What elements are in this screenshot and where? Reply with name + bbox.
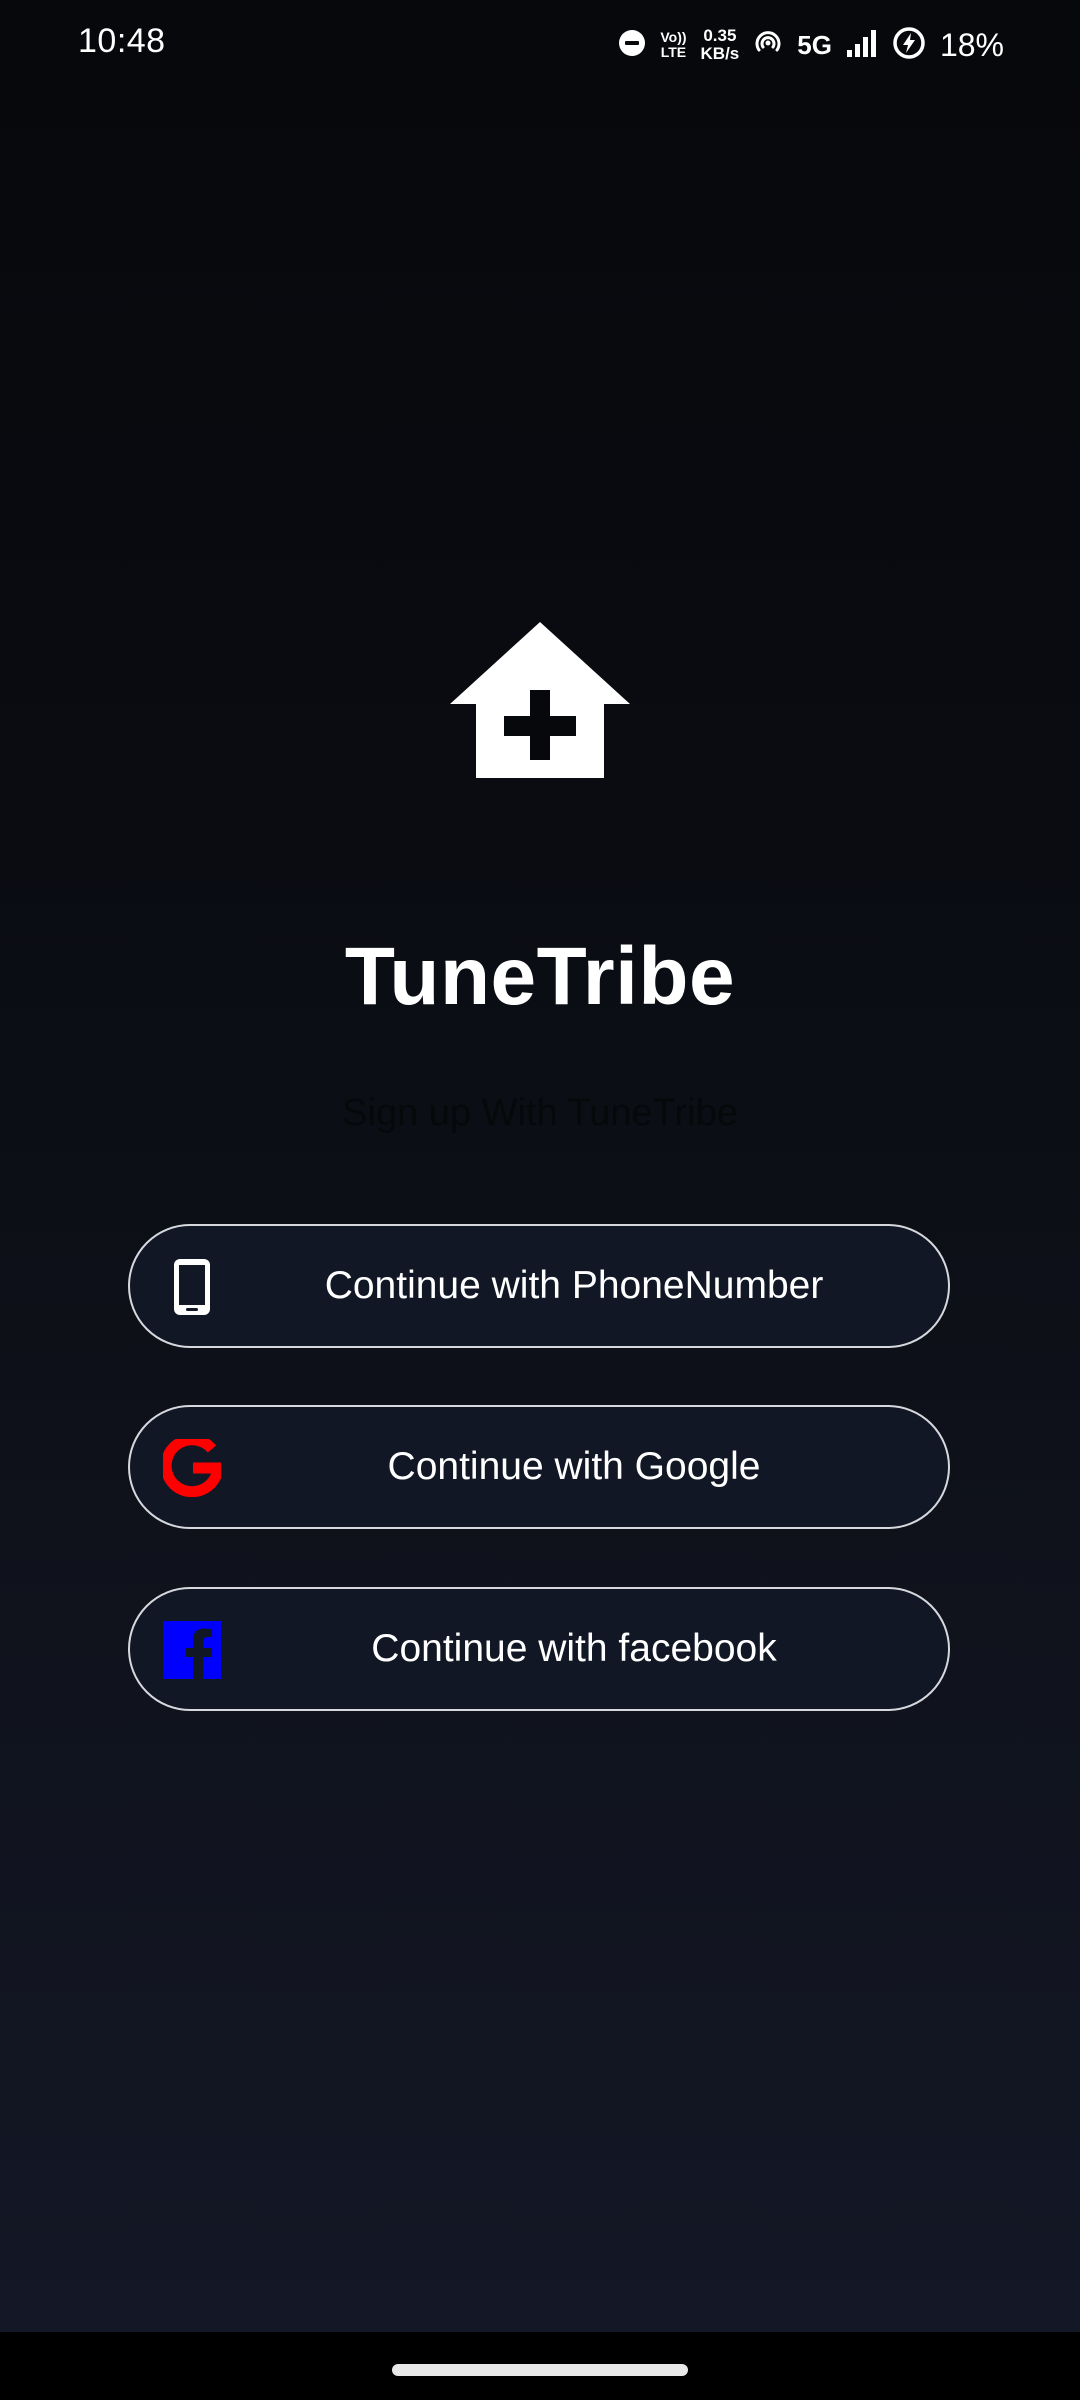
do-not-disturb-icon bbox=[618, 29, 646, 62]
battery-saver-icon bbox=[892, 26, 926, 65]
network-type: 5G bbox=[797, 29, 832, 60]
continue-with-facebook-button[interactable]: Continue with facebook bbox=[128, 1587, 950, 1711]
status-time: 10:48 bbox=[78, 22, 166, 60]
continue-with-phone-button[interactable]: Continue with PhoneNumber bbox=[128, 1224, 950, 1348]
volte-label: Vo)) bbox=[660, 29, 687, 45]
network-speed-value: 0.35 bbox=[703, 26, 737, 45]
home-gesture-bar[interactable] bbox=[392, 2364, 688, 2376]
google-icon bbox=[162, 1438, 222, 1498]
volte-icon: Vo)) LTE bbox=[660, 30, 686, 60]
status-bar: 10:48 Vo)) LTE 0.35 KB/s 5G 18% bbox=[0, 0, 1080, 90]
navigation-bar bbox=[0, 2332, 1080, 2400]
hotspot-icon bbox=[753, 28, 783, 63]
phone-icon bbox=[162, 1257, 222, 1317]
signal-icon bbox=[846, 28, 878, 63]
status-icons: Vo)) LTE 0.35 KB/s 5G 18% bbox=[618, 22, 1004, 68]
continue-with-facebook-label: Continue with facebook bbox=[371, 1627, 777, 1670]
app-subtitle: Sign up With TuneTribe bbox=[342, 1092, 738, 1134]
lte-label: LTE bbox=[660, 44, 687, 60]
app-title: TuneTribe bbox=[344, 931, 736, 1022]
signup-screen: 10:48 Vo)) LTE 0.35 KB/s 5G 18% TuneTrib… bbox=[0, 0, 1080, 2400]
continue-with-phone-label: Continue with PhoneNumber bbox=[324, 1264, 824, 1307]
network-speed-unit: KB/s bbox=[700, 44, 740, 63]
facebook-icon bbox=[162, 1620, 222, 1680]
continue-with-google-button[interactable]: Continue with Google bbox=[128, 1405, 950, 1529]
network-speed: 0.35 KB/s bbox=[701, 27, 740, 63]
battery-percent: 18% bbox=[939, 26, 1004, 63]
continue-with-google-label: Continue with Google bbox=[387, 1445, 761, 1488]
house-plus-icon bbox=[448, 620, 632, 780]
